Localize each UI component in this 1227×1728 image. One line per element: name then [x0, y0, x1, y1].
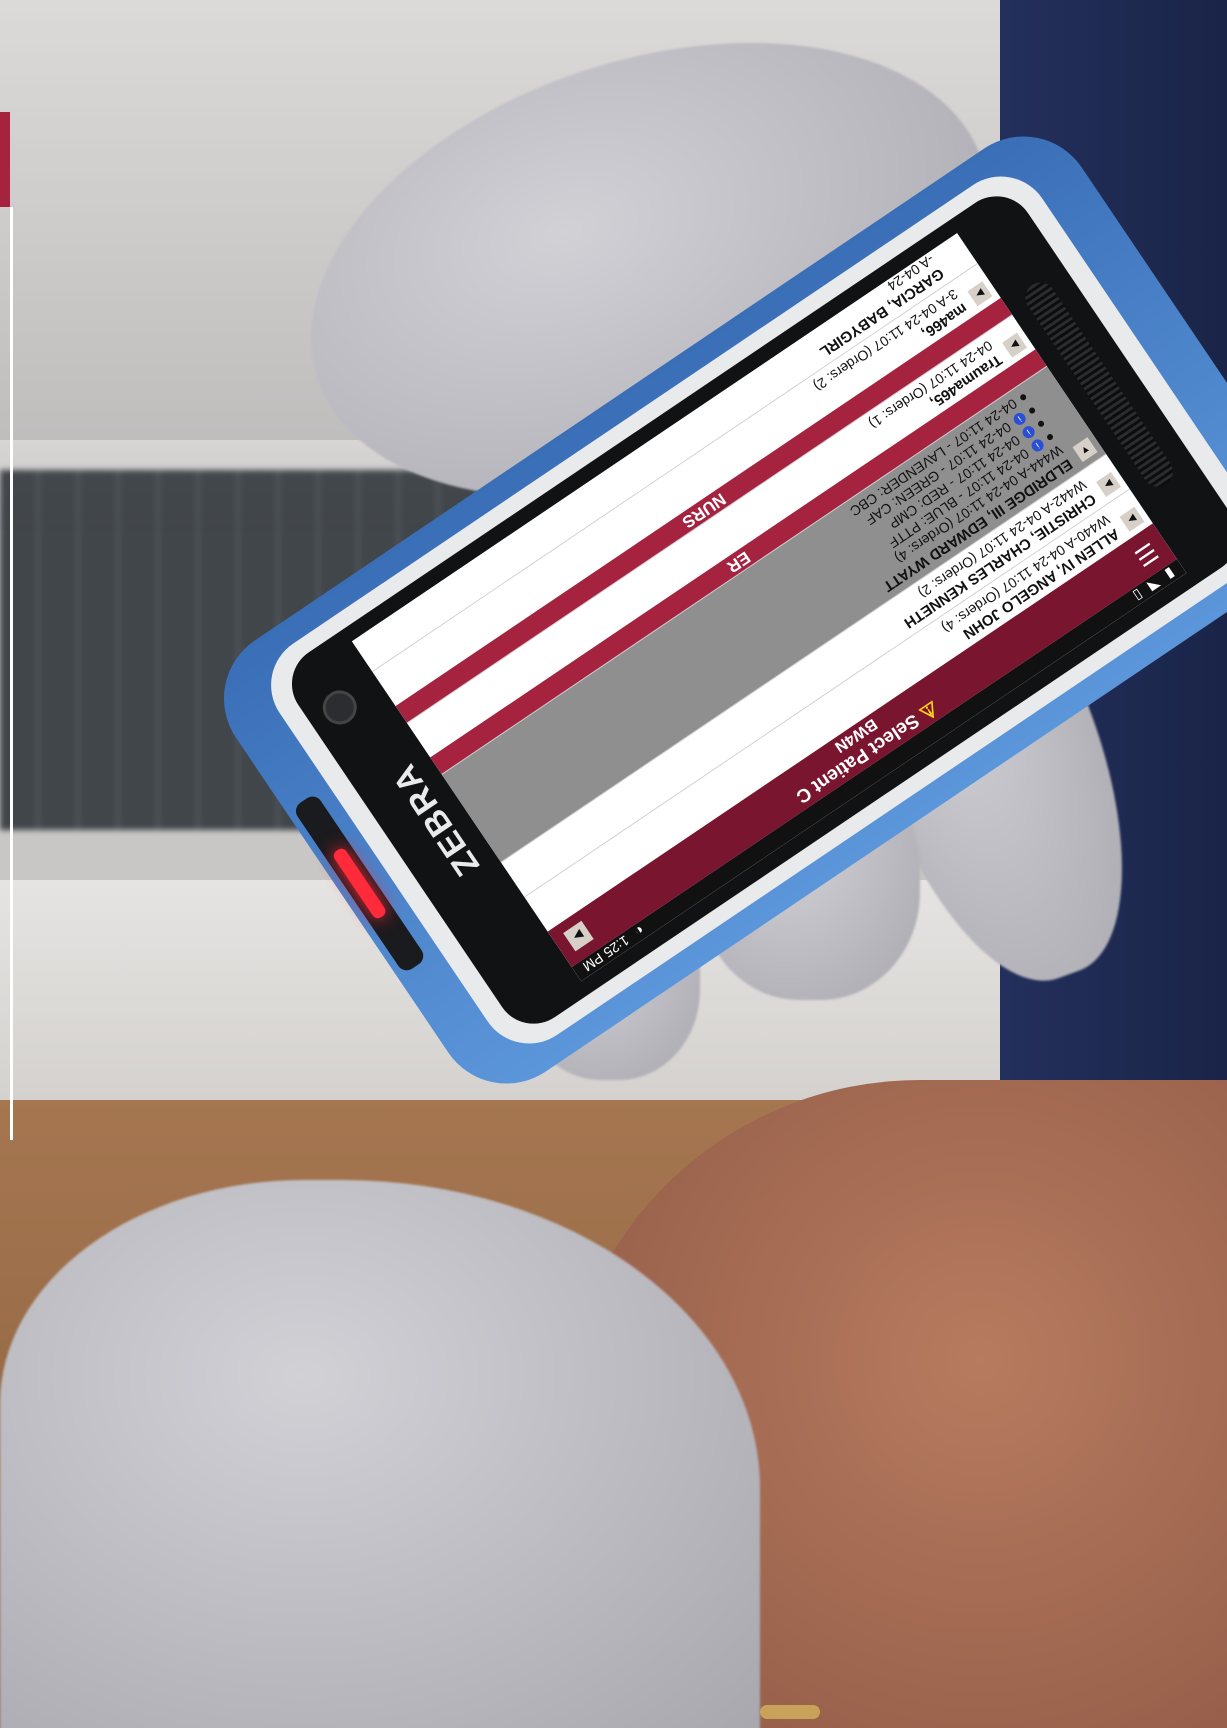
bullet-icon: [1019, 393, 1028, 402]
hamburger-icon[interactable]: ☰: [1129, 536, 1163, 572]
photo-scene: ZEBRA ▮ ◥ ▯ ◐ 1:25 PM ☰ ⚠ Select Patient…: [0, 0, 1227, 1728]
accent-bar: [0, 112, 10, 207]
bullet-icon: [1027, 406, 1037, 415]
battery-icon: ▮: [1162, 565, 1179, 583]
accent-line: [10, 207, 13, 1140]
expand-arrow-icon[interactable]: ▶: [563, 921, 594, 952]
bullet-icon: [1045, 432, 1055, 442]
bullet-icon: [1036, 419, 1046, 428]
ring: [760, 1705, 820, 1719]
sync-icon: ◐: [631, 922, 648, 941]
vibrate-icon: ▯: [1130, 586, 1147, 605]
